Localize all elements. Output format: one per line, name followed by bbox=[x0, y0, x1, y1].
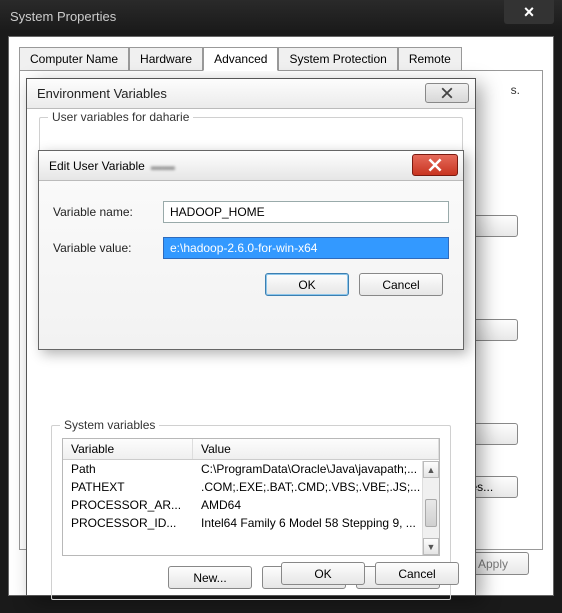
cell-val: AMD64 bbox=[193, 497, 439, 513]
scroll-thumb[interactable] bbox=[425, 499, 437, 527]
edit-cancel-button[interactable]: Cancel bbox=[359, 273, 443, 296]
blurred-text: ▬▬ bbox=[151, 159, 175, 173]
tab-hardware[interactable]: Hardware bbox=[129, 47, 203, 70]
col-value[interactable]: Value bbox=[193, 439, 439, 459]
tab-strip: Computer Name Hardware Advanced System P… bbox=[9, 37, 553, 70]
table-row[interactable]: PROCESSOR_AR... AMD64 bbox=[63, 496, 439, 514]
tab-computer-name[interactable]: Computer Name bbox=[19, 47, 129, 70]
user-variables-label: User variables for daharie bbox=[48, 110, 193, 124]
env-title: Environment Variables bbox=[37, 86, 167, 101]
cell-val: C:\ProgramData\Oracle\Java\javapath;... bbox=[193, 461, 439, 477]
sysprops-titlebar: System Properties bbox=[0, 0, 562, 32]
env-cancel-button[interactable]: Cancel bbox=[375, 562, 459, 585]
cell-val: Intel64 Family 6 Model 58 Stepping 9, ..… bbox=[193, 515, 439, 531]
env-ok-button[interactable]: OK bbox=[281, 562, 365, 585]
edit-user-variable-dialog: Edit User Variable ▬▬ Variable name: Var… bbox=[38, 150, 464, 350]
cell-var: PROCESSOR_AR... bbox=[63, 497, 193, 513]
cell-var: PATHEXT bbox=[63, 479, 193, 495]
variable-value-label: Variable value: bbox=[53, 241, 163, 255]
tab-system-protection[interactable]: System Protection bbox=[278, 47, 397, 70]
env-close-button[interactable] bbox=[425, 83, 469, 103]
variable-value-input[interactable] bbox=[163, 237, 449, 259]
list-header: Variable Value bbox=[63, 439, 439, 460]
edit-title: Edit User Variable bbox=[49, 159, 145, 173]
col-variable[interactable]: Variable bbox=[63, 439, 193, 459]
scroll-down-icon[interactable]: ▼ bbox=[423, 538, 439, 555]
edit-ok-button[interactable]: OK bbox=[265, 273, 349, 296]
table-row[interactable]: Path C:\ProgramData\Oracle\Java\javapath… bbox=[63, 460, 439, 478]
tab-remote[interactable]: Remote bbox=[398, 47, 462, 70]
close-icon bbox=[428, 158, 442, 172]
env-titlebar: Environment Variables bbox=[27, 79, 475, 109]
sysprops-title: System Properties bbox=[10, 9, 116, 24]
table-row[interactable]: PATHEXT .COM;.EXE;.BAT;.CMD;.VBS;.VBE;.J… bbox=[63, 478, 439, 496]
cell-var: Path bbox=[63, 461, 193, 477]
table-row[interactable]: PROCESSOR_ID... Intel64 Family 6 Model 5… bbox=[63, 514, 439, 532]
variable-name-label: Variable name: bbox=[53, 205, 163, 219]
variable-name-input[interactable] bbox=[163, 201, 449, 223]
system-variables-list[interactable]: Variable Value Path C:\ProgramData\Oracl… bbox=[62, 438, 440, 556]
close-icon bbox=[441, 87, 453, 99]
cell-val: .COM;.EXE;.BAT;.CMD;.VBS;.VBE;.JS;... bbox=[193, 479, 439, 495]
system-variables-label: System variables bbox=[60, 418, 159, 432]
edit-close-button[interactable] bbox=[412, 154, 458, 176]
sysprops-close-button[interactable]: × bbox=[504, 0, 554, 24]
cell-var: PROCESSOR_ID... bbox=[63, 515, 193, 531]
scroll-up-icon[interactable]: ▲ bbox=[423, 461, 439, 478]
partial-hint-text: s. bbox=[511, 83, 520, 97]
tab-advanced[interactable]: Advanced bbox=[203, 47, 278, 71]
sys-new-button[interactable]: New... bbox=[168, 566, 252, 589]
edit-titlebar: Edit User Variable ▬▬ bbox=[39, 151, 463, 181]
scrollbar[interactable]: ▲ ▼ bbox=[422, 461, 439, 555]
